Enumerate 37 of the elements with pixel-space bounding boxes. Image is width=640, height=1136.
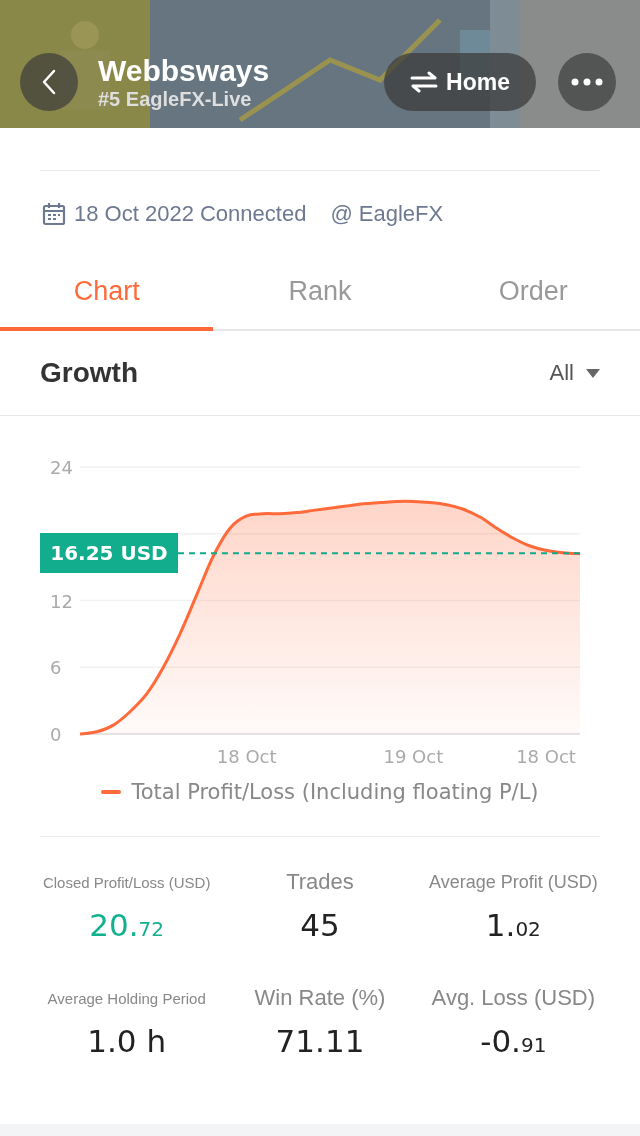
- y-axis-label: 0: [50, 724, 62, 745]
- account-subtitle: #5 EagleFX-Live: [98, 87, 253, 111]
- broker-name: @ EagleFX: [330, 201, 444, 227]
- section-title: Growth: [40, 357, 138, 389]
- back-icon: [42, 69, 56, 95]
- connected-date: 18 Oct 2022 Connected: [74, 201, 307, 227]
- legend-swatch: [101, 790, 122, 794]
- account-title: Webbsways: [98, 53, 271, 88]
- caret-icon: [586, 368, 600, 378]
- stat-label: Closed Profit/Loss (USD): [42, 872, 211, 893]
- tab[interactable]: Order: [426, 255, 640, 331]
- stat-value: 1.02: [485, 907, 541, 943]
- value-badge: 16.25 USD: [40, 533, 178, 574]
- more-icon: [571, 78, 603, 86]
- x-axis-label: 18 Oct: [216, 746, 277, 767]
- stat-label: Average Holding Period: [47, 988, 206, 1009]
- stat-value: 1.0 h: [87, 1023, 167, 1059]
- home-button[interactable]: Home: [384, 53, 536, 111]
- stat-label: Average Profit (USD): [428, 870, 598, 894]
- x-axis-label: 18 Oct: [516, 746, 576, 767]
- stat-value: -0.91: [480, 1023, 547, 1059]
- x-axis-label: 19 Oct: [383, 746, 444, 767]
- tab[interactable]: Chart: [0, 255, 214, 331]
- stat-value: 45: [300, 907, 340, 943]
- calendar-icon: [42, 202, 66, 226]
- stat-label: Win Rate (%): [254, 984, 386, 1012]
- legend-label: Total Profit/Loss (Including floating P/L): [131, 780, 539, 804]
- stat-label: Trades: [286, 868, 354, 896]
- y-axis-label: 24: [50, 457, 73, 478]
- y-axis-label: 6: [50, 657, 62, 679]
- y-axis-label: 12: [50, 590, 73, 612]
- stat-value: 20.72: [89, 907, 165, 943]
- swap-icon: [410, 71, 439, 93]
- stat-value: 71.11: [275, 1023, 365, 1059]
- stat-label: Avg. Loss (USD): [431, 984, 596, 1012]
- range-dropdown[interactable]: All: [549, 360, 600, 386]
- tab[interactable]: Rank: [213, 255, 427, 331]
